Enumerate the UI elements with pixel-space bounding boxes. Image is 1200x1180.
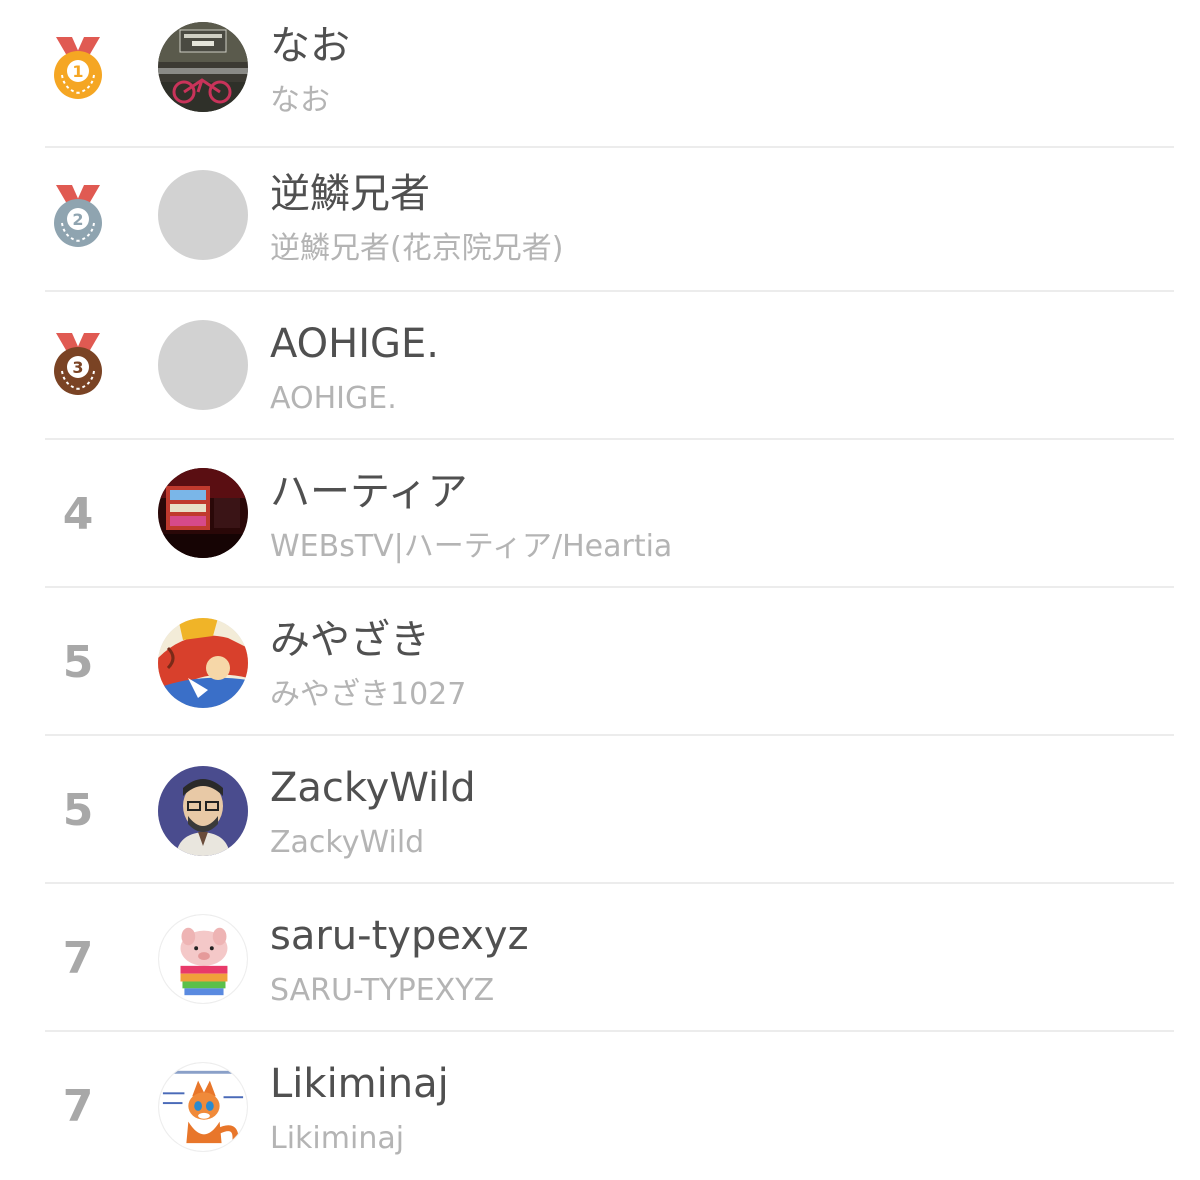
user-name: WEBsTV|ハーティア/Heartia <box>270 529 673 564</box>
svg-text:2: 2 <box>72 210 83 229</box>
user-name: みやざき1027 <box>270 677 467 712</box>
ranking-row[interactable]: 7 Likiminaj Likiminaj <box>0 1032 1200 1180</box>
display-name: ハーティア <box>270 469 468 515</box>
display-name: saru-typexyz <box>270 913 529 959</box>
ranking-row[interactable]: 1 なお なお <box>0 0 1200 148</box>
user-name: SARU-TYPEXYZ <box>270 973 495 1008</box>
display-name: AOHIGE. <box>270 321 440 367</box>
ranking-row[interactable]: 5 みやざき みやざき1027 <box>0 588 1200 736</box>
avatar[interactable] <box>158 170 248 260</box>
ranking-row[interactable]: 4 ハーティア WEBsTV|ハーティア/Heartia <box>0 440 1200 588</box>
user-name: ZackyWild <box>270 825 425 860</box>
display-name: 逆鱗兄者 <box>270 171 430 217</box>
avatar[interactable] <box>158 468 248 558</box>
user-name: Likiminaj <box>270 1121 405 1156</box>
user-name: なお <box>270 83 330 118</box>
rank-number: 7 <box>62 1080 94 1132</box>
svg-text:1: 1 <box>72 62 83 81</box>
display-name: Likiminaj <box>270 1061 449 1107</box>
svg-text:3: 3 <box>72 358 83 377</box>
gold-medal-icon: 1 <box>48 0 108 142</box>
user-name: AOHIGE. <box>270 381 397 416</box>
rank-number: 7 <box>62 932 94 984</box>
silver-medal-icon: 2 <box>48 142 108 290</box>
user-name: 逆鱗兄者(花京院兄者) <box>270 231 564 266</box>
avatar[interactable] <box>158 22 248 112</box>
bronze-medal-icon: 3 <box>48 290 108 438</box>
rank-number: 4 <box>62 488 94 540</box>
rank-number: 5 <box>62 784 94 836</box>
avatar[interactable] <box>158 914 248 1004</box>
rank-number: 5 <box>62 636 94 688</box>
display-name: なお <box>270 23 350 69</box>
ranking-row[interactable]: 3 AOHIGE. AOHIGE. <box>0 292 1200 440</box>
ranking-row[interactable]: 7 saru-typexyz SARU-TYPEXYZ <box>0 884 1200 1032</box>
avatar[interactable] <box>158 766 248 856</box>
avatar[interactable] <box>158 1062 248 1152</box>
display-name: みやざき <box>270 617 430 663</box>
ranking-row[interactable]: 2 逆鱗兄者 逆鱗兄者(花京院兄者) <box>0 144 1200 292</box>
avatar[interactable] <box>158 618 248 708</box>
ranking-row[interactable]: 5 ZackyWild ZackyWild <box>0 736 1200 884</box>
display-name: ZackyWild <box>270 765 476 811</box>
avatar[interactable] <box>158 320 248 410</box>
